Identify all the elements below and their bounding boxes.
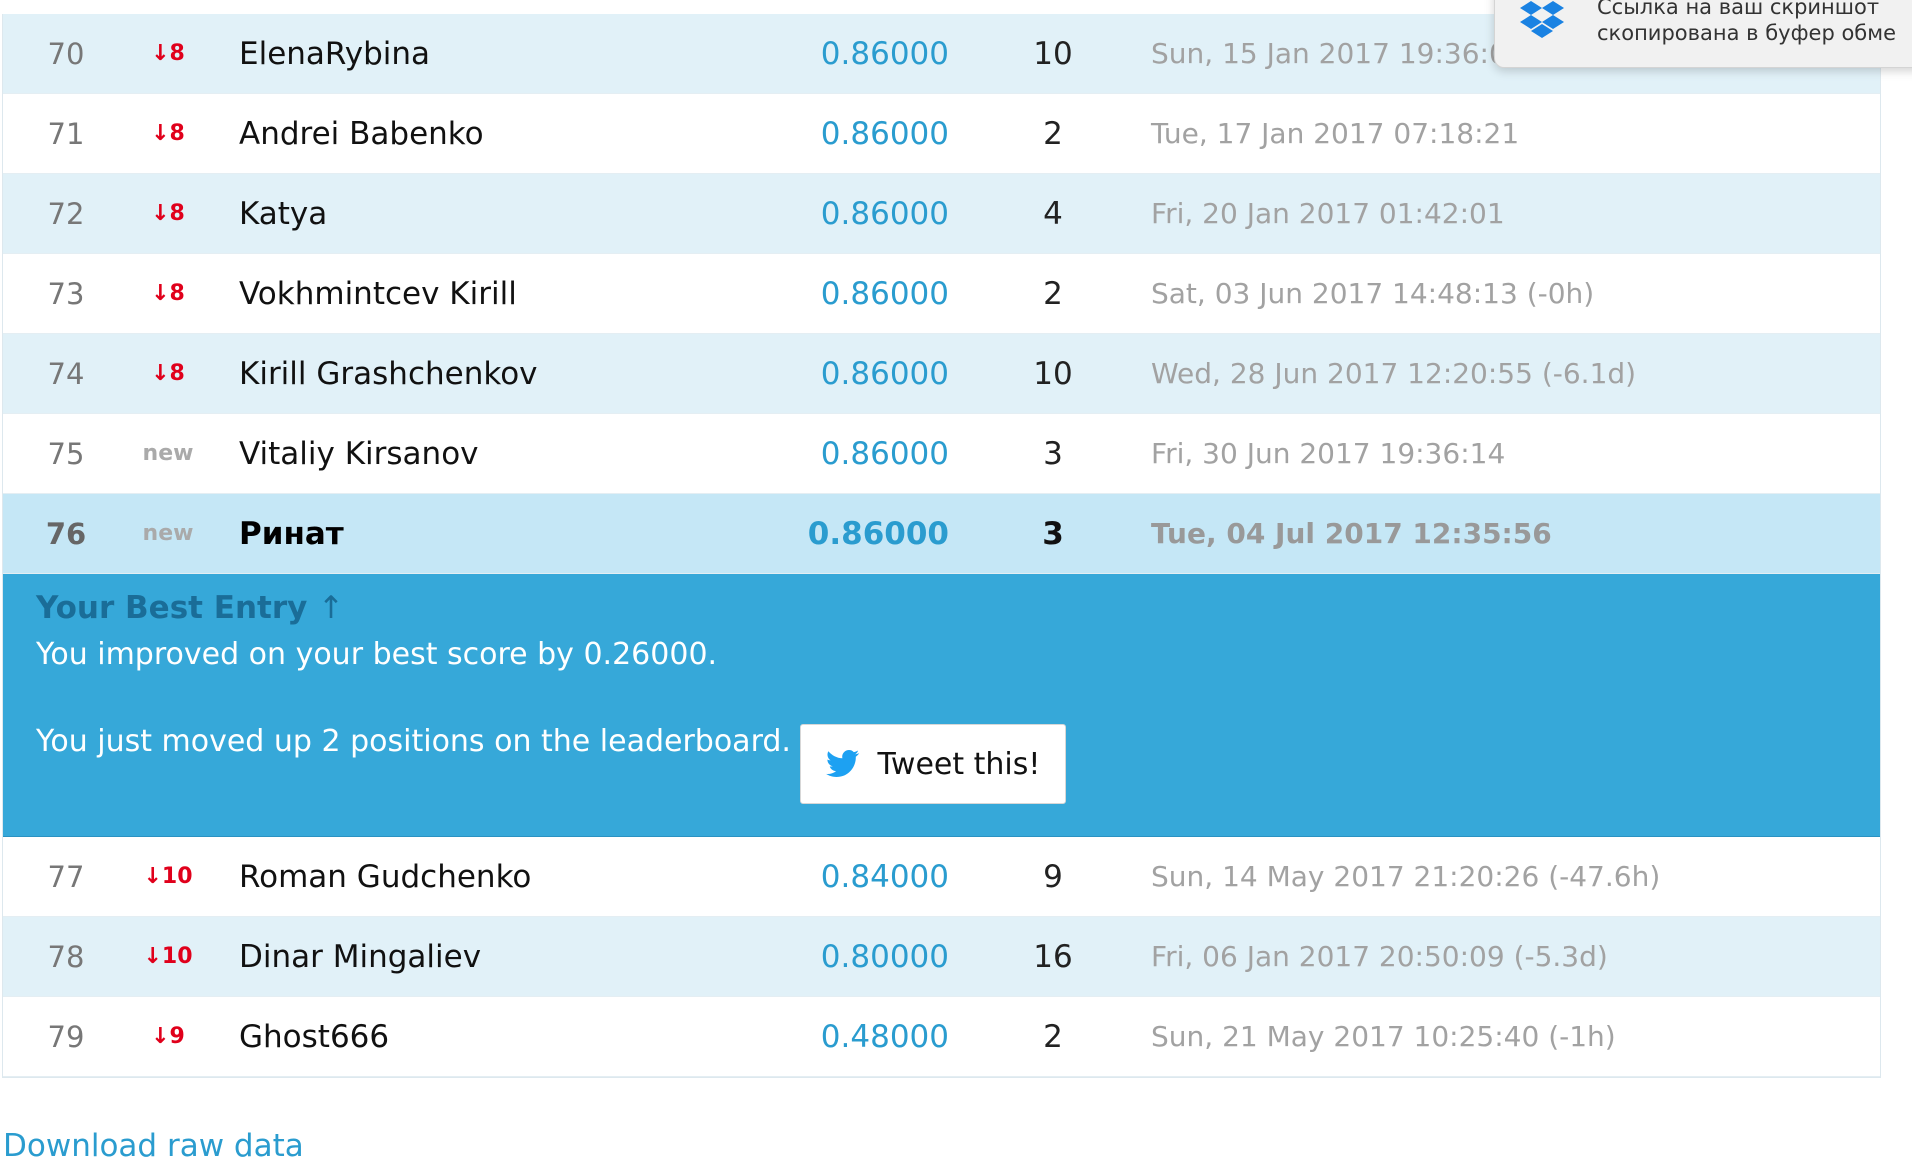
notification-line-2: скопирована в буфер обме...	[1597, 21, 1897, 45]
notification-line-1: Ссылка на ваш скриншот	[1597, 0, 1880, 19]
last-submission-cell: Wed, 28 Jun 2017 12:20:55 (-6.1d)	[1151, 357, 1637, 390]
leaderboard-page: 70 ↓8 ElenaRybina 0.86000 10 Sun, 15 Jan…	[0, 0, 1912, 1172]
tweet-this-button[interactable]: Tweet this!	[800, 724, 1066, 804]
screenshot-notification[interactable]: Ссылка на ваш скриншот скопирована в буф…	[1494, 0, 1912, 68]
table-row: 74 ↓8 Kirill Grashchenkov 0.86000 10 Wed…	[3, 334, 1880, 414]
entries-cell: 16	[1033, 938, 1073, 975]
entries-cell: 2	[1043, 1018, 1063, 1055]
rank-cell: 70	[47, 36, 85, 71]
score-cell: 0.86000	[820, 275, 949, 312]
team-name-cell[interactable]: Roman Gudchenko	[239, 837, 779, 916]
team-name-cell[interactable]: Vitaliy Kirsanov	[239, 414, 779, 493]
last-submission-cell: Sun, 14 May 2017 21:20:26 (-47.6h)	[1151, 860, 1661, 893]
table-row: 72 ↓8 Katya 0.86000 4 Fri, 20 Jan 2017 0…	[3, 174, 1880, 254]
rank-cell: 71	[47, 116, 85, 151]
last-submission-cell: Fri, 06 Jan 2017 20:50:09 (-5.3d)	[1151, 940, 1608, 973]
table-row: 73 ↓8 Vokhmintcev Kirill 0.86000 2 Sat, …	[3, 254, 1880, 334]
score-cell: 0.86000	[820, 195, 949, 232]
table-row: 79 ↓9 Ghost666 0.48000 2 Sun, 21 May 201…	[3, 997, 1880, 1077]
score-cell: 0.86000	[820, 435, 949, 472]
entries-cell: 3	[1042, 515, 1064, 552]
rank-change-cell: ↓8	[151, 361, 185, 386]
team-name-cell[interactable]: ElenaRybina	[239, 14, 779, 93]
last-submission-cell: Sun, 21 May 2017 10:25:40 (-1h)	[1151, 1020, 1616, 1053]
entries-cell: 4	[1043, 195, 1063, 232]
rank-change-cell: ↓8	[151, 41, 185, 66]
last-submission-cell: Fri, 20 Jan 2017 01:42:01	[1151, 197, 1505, 230]
rank-change-cell: ↓8	[151, 121, 185, 146]
tweet-button-label: Tweet this!	[877, 746, 1041, 782]
rank-change-cell: ↓9	[151, 1024, 185, 1049]
rank-change-cell: ↓8	[151, 281, 185, 306]
team-name-cell[interactable]: Ринат	[239, 494, 779, 573]
twitter-bird-icon	[825, 750, 860, 778]
score-cell: 0.86000	[807, 515, 949, 552]
rank-change-cell: ↓8	[151, 201, 185, 226]
rank-cell: 73	[47, 276, 85, 311]
rank-change-cell: ↓10	[143, 864, 193, 889]
score-cell: 0.86000	[820, 355, 949, 392]
up-arrow-icon: ↑	[318, 590, 345, 626]
entries-cell: 2	[1043, 115, 1063, 152]
team-name-cell[interactable]: Vokhmintcev Kirill	[239, 254, 779, 333]
team-name-cell[interactable]: Andrei Babenko	[239, 94, 779, 173]
score-cell: 0.48000	[820, 1018, 949, 1055]
improvement-text: You improved on your best score by 0.260…	[36, 637, 718, 672]
entries-cell: 10	[1033, 35, 1073, 72]
best-entry-title: Your Best Entry ↑	[36, 590, 344, 626]
download-raw-data-link[interactable]: Download raw data	[3, 1128, 304, 1164]
team-name-cell[interactable]: Katya	[239, 174, 779, 253]
entries-cell: 3	[1043, 435, 1063, 472]
table-row: 77 ↓10 Roman Gudchenko 0.84000 9 Sun, 14…	[3, 837, 1880, 917]
rank-cell: 78	[47, 939, 85, 974]
rank-change-cell: ↓10	[143, 944, 193, 969]
table-row: 75 new Vitaliy Kirsanov 0.86000 3 Fri, 3…	[3, 414, 1880, 494]
rank-cell: 75	[47, 436, 85, 471]
last-submission-cell: Sat, 03 Jun 2017 14:48:13 (-0h)	[1151, 277, 1595, 310]
leaderboard-table: 70 ↓8 ElenaRybina 0.86000 10 Sun, 15 Jan…	[2, 14, 1881, 1078]
last-submission-cell: Tue, 17 Jan 2017 07:18:21	[1151, 117, 1520, 150]
entries-cell: 10	[1033, 355, 1073, 392]
score-cell: 0.80000	[820, 938, 949, 975]
entries-cell: 2	[1043, 275, 1063, 312]
best-entry-title-text: Your Best Entry	[36, 590, 308, 626]
rank-cell: 79	[47, 1019, 85, 1054]
last-submission-cell: Tue, 04 Jul 2017 12:35:56	[1151, 517, 1552, 550]
team-name-cell[interactable]: Ghost666	[239, 997, 779, 1076]
table-row: 78 ↓10 Dinar Mingaliev 0.80000 16 Fri, 0…	[3, 917, 1880, 997]
rank-cell: 76	[45, 516, 87, 551]
score-cell: 0.86000	[820, 115, 949, 152]
score-cell: 0.84000	[820, 858, 949, 895]
last-submission-cell: Fri, 30 Jun 2017 19:36:14	[1151, 437, 1506, 470]
entries-cell: 9	[1043, 858, 1063, 895]
table-row: 76 new Ринат 0.86000 3 Tue, 04 Jul 2017 …	[3, 494, 1880, 574]
best-entry-banner: Your Best Entry ↑ You improved on your b…	[3, 574, 1880, 837]
rank-change-cell: new	[142, 441, 194, 466]
team-name-cell[interactable]: Dinar Mingaliev	[239, 917, 779, 996]
team-name-cell[interactable]: Kirill Grashchenkov	[239, 334, 779, 413]
table-row: 71 ↓8 Andrei Babenko 0.86000 2 Tue, 17 J…	[3, 94, 1880, 174]
rank-cell: 74	[47, 356, 85, 391]
rank-change-cell: new	[142, 521, 194, 546]
position-change-text: You just moved up 2 positions on the lea…	[36, 724, 791, 759]
score-cell: 0.86000	[820, 35, 949, 72]
rank-cell: 72	[47, 196, 85, 231]
rank-cell: 77	[47, 859, 85, 894]
dropbox-icon	[1517, 0, 1567, 45]
